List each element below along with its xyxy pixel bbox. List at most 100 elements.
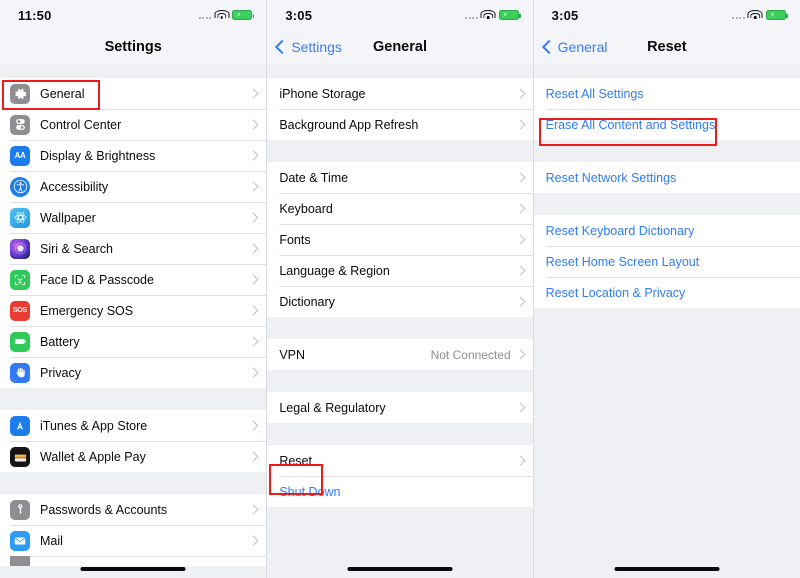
list-item-label: Reset [279, 453, 312, 468]
sidebar-item-general[interactable]: General [0, 78, 267, 109]
back-button-general[interactable]: General [534, 39, 607, 55]
general-list[interactable]: iPhone Storage Background App Refresh Da… [267, 64, 533, 578]
chevron-right-icon [515, 172, 526, 183]
list-item-reset-home-screen-layout[interactable]: Reset Home Screen Layout [533, 246, 800, 277]
sidebar-item-label: General [40, 86, 85, 101]
section-gap [267, 423, 533, 445]
wallpaper-icon [10, 207, 30, 228]
app-store-icon [10, 415, 30, 436]
sidebar-item-control-center[interactable]: Control Center [0, 109, 267, 140]
sidebar-item-label: Mail [40, 533, 63, 548]
section-gap [0, 472, 267, 494]
list-item-shut-down[interactable]: Shut Down [267, 476, 533, 507]
battery-charging-icon: ⚡ [232, 10, 255, 20]
chevron-right-icon [248, 150, 259, 161]
list-item-reset-network-settings[interactable]: Reset Network Settings [533, 162, 800, 193]
list-item-fonts[interactable]: Fonts [267, 224, 533, 255]
wifi-icon [747, 10, 763, 20]
status-bar-indicators: ⚡ [465, 10, 521, 20]
key-icon [10, 499, 30, 520]
status-bar-time: 3:05 [285, 7, 313, 23]
chevron-right-icon [248, 119, 259, 130]
sidebar-item-label: Wallet & Apple Pay [40, 449, 146, 464]
sidebar-item-itunes-app-store[interactable]: iTunes & App Store [0, 410, 267, 441]
status-bar-time: 3:05 [551, 7, 579, 23]
section-gap [267, 64, 533, 78]
status-bar-indicators: ⚡ [198, 10, 255, 20]
list-item-language-region[interactable]: Language & Region [267, 255, 533, 286]
reset-group-1: Reset All Settings Erase All Content and… [533, 78, 800, 140]
general-group-1: iPhone Storage Background App Refresh [267, 78, 533, 140]
sidebar-item-battery[interactable]: Battery [0, 326, 267, 357]
general-group-4: Legal & Regulatory [267, 392, 533, 423]
phone-screen-general: 3:05 ⚡ Settings General iPhone Storage B… [267, 0, 533, 578]
chevron-right-icon [248, 504, 259, 515]
reset-group-3: Reset Keyboard Dictionary Reset Home Scr… [533, 215, 800, 308]
general-group-2: Date & Time Keyboard Fonts Language & Re… [267, 162, 533, 317]
sidebar-item-mail[interactable]: Mail [0, 525, 267, 556]
list-item-label: Language & Region [279, 263, 390, 278]
sidebar-item-wallet-apple-pay[interactable]: Wallet & Apple Pay [0, 441, 267, 472]
sidebar-item-label: Wallpaper [40, 210, 96, 225]
sidebar-item-label: Accessibility [40, 179, 109, 194]
list-item-reset-location-privacy[interactable]: Reset Location & Privacy [533, 277, 800, 308]
sidebar-item-label: iTunes & App Store [40, 418, 148, 433]
section-gap [533, 193, 800, 215]
list-item-erase-all-content-and-settings[interactable]: Erase All Content and Settings [533, 109, 800, 140]
general-group-3: VPN Not Connected [267, 339, 533, 370]
back-button-label: Settings [291, 39, 342, 55]
settings-group-2: iTunes & App Store Wallet & Apple Pay [0, 410, 267, 472]
list-item-reset-keyboard-dictionary[interactable]: Reset Keyboard Dictionary [533, 215, 800, 246]
sidebar-item-emergency-sos[interactable]: SOS Emergency SOS [0, 295, 267, 326]
chevron-right-icon [515, 265, 526, 276]
chevron-right-icon [248, 367, 259, 378]
list-item-date-time[interactable]: Date & Time [267, 162, 533, 193]
chevron-right-icon [515, 203, 526, 214]
chevron-right-icon [515, 402, 526, 413]
list-item-keyboard[interactable]: Keyboard [267, 193, 533, 224]
sidebar-item-label: Control Center [40, 117, 122, 132]
sidebar-item-label: Battery [40, 334, 80, 349]
sidebar-item-wallpaper[interactable]: Wallpaper [0, 202, 267, 233]
privacy-hand-icon [10, 362, 30, 383]
chevron-right-icon [515, 119, 526, 130]
battery-charging-icon: ⚡ [498, 10, 521, 20]
signal-dots-icon [732, 11, 745, 19]
section-gap [267, 140, 533, 162]
status-bar: 11:50 ⚡ [0, 0, 267, 30]
chevron-right-icon [248, 274, 259, 285]
settings-list[interactable]: General Control Center AA Display & Brig… [0, 64, 267, 578]
status-bar-indicators: ⚡ [732, 10, 788, 20]
sidebar-item-passwords-accounts[interactable]: Passwords & Accounts [0, 494, 267, 525]
sidebar-item-label: Passwords & Accounts [40, 502, 168, 517]
three-phone-screenshot-composite: 11:50 ⚡ Settings General Control Center … [0, 0, 800, 578]
sidebar-item-face-id-passcode[interactable]: Face ID & Passcode [0, 264, 267, 295]
back-button-settings[interactable]: Settings [267, 39, 342, 55]
list-item-iphone-storage[interactable]: iPhone Storage [267, 78, 533, 109]
sidebar-item-siri-search[interactable]: Siri & Search [0, 233, 267, 264]
sidebar-item-display-brightness[interactable]: AA Display & Brightness [0, 140, 267, 171]
list-item-vpn[interactable]: VPN Not Connected [267, 339, 533, 370]
list-item-legal-regulatory[interactable]: Legal & Regulatory [267, 392, 533, 423]
chevron-right-icon [248, 420, 259, 431]
nav-bar: Settings [0, 30, 267, 64]
sidebar-item-accessibility[interactable]: Accessibility [0, 171, 267, 202]
sos-icon: SOS [10, 300, 30, 321]
home-indicator [347, 566, 453, 571]
chevron-right-icon [248, 88, 259, 99]
chevron-right-icon [248, 212, 259, 223]
list-item-background-app-refresh[interactable]: Background App Refresh [267, 109, 533, 140]
reset-list[interactable]: Reset All Settings Erase All Content and… [533, 64, 800, 578]
section-gap [0, 64, 267, 78]
chevron-right-icon [515, 296, 526, 307]
list-item-dictionary[interactable]: Dictionary [267, 286, 533, 317]
sidebar-item-partial[interactable] [0, 556, 267, 566]
section-gap [267, 370, 533, 392]
list-item-reset[interactable]: Reset [267, 445, 533, 476]
phone-screen-settings: 11:50 ⚡ Settings General Control Center … [0, 0, 267, 578]
battery-icon [10, 331, 30, 352]
list-item-label: Reset All Settings [545, 86, 644, 101]
sidebar-item-privacy[interactable]: Privacy [0, 357, 267, 388]
list-item-reset-all-settings[interactable]: Reset All Settings [533, 78, 800, 109]
list-item-label: Reset Home Screen Layout [545, 254, 700, 269]
